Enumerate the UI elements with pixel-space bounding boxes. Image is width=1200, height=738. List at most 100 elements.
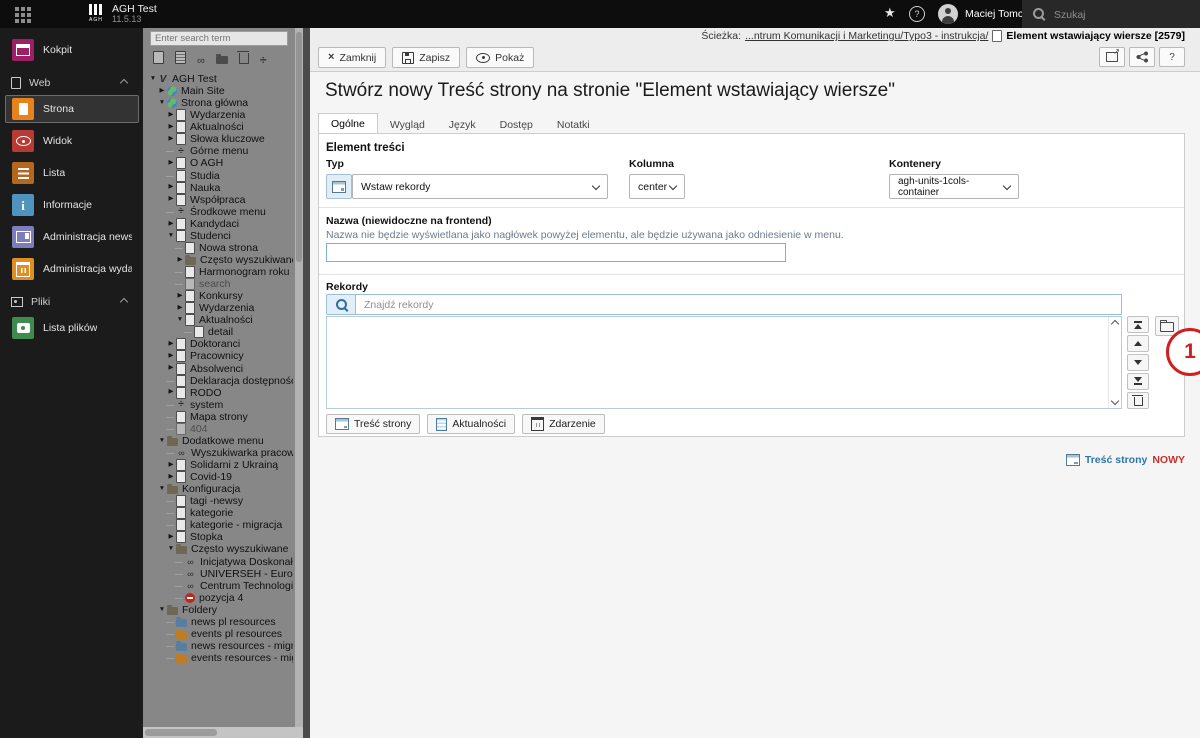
tree-item-górne-menu[interactable]: ÷ Górne menu: [145, 145, 293, 157]
records-listbox[interactable]: [326, 316, 1122, 409]
move-to-top-button[interactable]: [1127, 316, 1149, 333]
tree-vertical-scrollbar[interactable]: [295, 28, 303, 727]
collapse-toggle-icon[interactable]: ▼: [157, 606, 167, 614]
tree-item-events-resources-migrated[interactable]: events resources - migrated: [145, 652, 293, 664]
tree-item-aktualności[interactable]: ▼ Aktualności: [145, 314, 293, 327]
tab-język[interactable]: Język: [437, 115, 488, 134]
expand-toggle-icon[interactable]: ▶: [166, 461, 176, 469]
module-administracja-newsów[interactable]: Administracja newsów: [5, 223, 139, 251]
collapse-toggle-icon[interactable]: ▼: [166, 546, 176, 553]
tree-item-pozycja-4[interactable]: pozycja 4: [145, 592, 293, 604]
tree-item-kandydaci[interactable]: ▶ Kandydaci: [145, 217, 293, 230]
user-avatar[interactable]: [938, 4, 958, 24]
scrollbar-thumb[interactable]: [145, 729, 217, 736]
tree-item-mapa-strony[interactable]: Mapa strony: [145, 410, 293, 423]
add-zdarzenie-button[interactable]: Zdarzenie: [522, 414, 605, 434]
tree-search-input[interactable]: [150, 31, 288, 46]
tree-item-404[interactable]: 404: [145, 422, 293, 435]
tree-item-dodatkowe-menu[interactable]: ▼ Dodatkowe menu: [145, 435, 293, 447]
tree-item-tagi-newsy[interactable]: tagi -newsy: [145, 495, 293, 508]
tree-item-agh-test[interactable]: ▼ V AGH Test: [145, 73, 293, 85]
module-strona[interactable]: Strona: [5, 95, 139, 123]
expand-toggle-icon[interactable]: ▶: [166, 136, 176, 143]
module-lista[interactable]: Lista: [5, 159, 139, 187]
module-informacje[interactable]: i Informacje: [5, 191, 139, 219]
topbar-search[interactable]: [1022, 0, 1200, 28]
expand-toggle-icon[interactable]: ▶: [166, 473, 176, 481]
new-link-button[interactable]: ∞: [197, 51, 205, 69]
move-down-button[interactable]: [1127, 354, 1149, 371]
tree-item-news-pl-resources[interactable]: news pl resources: [145, 616, 293, 628]
tree-item-środkowe-menu[interactable]: ÷ Środkowe menu: [145, 206, 293, 218]
sidebar-section-web[interactable]: Web: [0, 73, 143, 93]
new-content-page-button[interactable]: [175, 50, 186, 69]
tree-item-solidarni-z-ukrainą[interactable]: ▶ Solidarni z Ukrainą: [145, 459, 293, 472]
tree-item-deklaracja-dostępności[interactable]: Deklaracja dostępności: [145, 374, 293, 387]
tree-item-często-wyszukiwane[interactable]: ▶ Często wyszukiwane: [145, 254, 294, 266]
tree-item-absolwenci[interactable]: ▶ Absolwenci: [145, 362, 293, 375]
tree-item-studia[interactable]: Studia: [145, 169, 293, 182]
expand-toggle-icon[interactable]: ▶: [166, 353, 176, 360]
topbar-search-input[interactable]: [1052, 4, 1196, 26]
trash-button[interactable]: [237, 50, 250, 69]
panel-splitter[interactable]: [303, 28, 310, 738]
bookmarks-star-icon[interactable]: ★: [884, 5, 896, 21]
new-page-button[interactable]: [153, 50, 164, 69]
tree-item-strona-główna[interactable]: ▼ Strona główna: [145, 97, 293, 109]
tree-item-news-resources-migrated[interactable]: news resources - migrated: [145, 640, 293, 652]
expand-toggle-icon[interactable]: ▶: [175, 292, 185, 300]
collapse-toggle-icon[interactable]: ▼: [157, 437, 167, 445]
tree-item-pracownicy[interactable]: ▶ Pracownicy: [145, 350, 293, 363]
footer-record-link[interactable]: Treść strony: [1085, 454, 1147, 466]
tree-item-rodo[interactable]: ▶ RODO: [145, 386, 293, 399]
tree-item-universeh-europejski-u[interactable]: ∞ UNIVERSEH - Europejski U: [145, 568, 293, 580]
tree-item-aktualności[interactable]: ▶ Aktualności: [145, 121, 293, 134]
tree-horizontal-scrollbar[interactable]: [143, 727, 303, 738]
zapisz-button[interactable]: Zapisz: [392, 47, 461, 68]
expand-toggle-icon[interactable]: ▶: [166, 196, 176, 203]
module-lista-plików[interactable]: Lista plików: [5, 314, 139, 342]
tree-item-nauka[interactable]: ▶ Nauka: [145, 181, 293, 194]
nazwa-input[interactable]: [326, 243, 786, 262]
expand-toggle-icon[interactable]: ▶: [166, 534, 176, 541]
remove-record-button[interactable]: [1127, 392, 1149, 409]
tab-ogólne[interactable]: Ogólne: [318, 113, 378, 134]
tree-item-events-pl-resources[interactable]: events pl resources: [145, 628, 293, 640]
help-button[interactable]: ?: [1159, 47, 1185, 67]
move-to-bottom-button[interactable]: [1127, 373, 1149, 390]
tree-item-centrum-technologii-kosm[interactable]: ∞ Centrum Technologii Kosm: [145, 580, 293, 592]
modules-grid-icon[interactable]: [15, 7, 19, 11]
tree-item-o-agh[interactable]: ▶ O AGH: [145, 157, 293, 170]
collapse-toggle-icon[interactable]: ▼: [157, 99, 167, 107]
new-folder-button[interactable]: [215, 51, 228, 69]
tree-item-konkursy[interactable]: ▶ Konkursy: [145, 290, 293, 303]
module-widok[interactable]: Widok: [5, 127, 139, 155]
expand-toggle-icon[interactable]: ▶: [166, 341, 176, 348]
kontenery-select[interactable]: agh-units-1cols-container: [889, 174, 1019, 199]
tab-notatki[interactable]: Notatki: [545, 115, 602, 134]
share-button[interactable]: [1129, 47, 1155, 67]
tree-item-covid-19[interactable]: ▶ Covid-19: [145, 471, 293, 484]
tree-item-detail[interactable]: detail: [145, 326, 293, 339]
tree-item-często-wyszukiwane[interactable]: ▼ Często wyszukiwane: [145, 543, 293, 555]
tree-item-kategorie[interactable]: kategorie: [145, 507, 293, 520]
tree-item-nowa-strona[interactable]: Nowa strona: [145, 241, 293, 254]
move-up-button[interactable]: [1127, 335, 1149, 352]
tab-wygląd[interactable]: Wygląd: [378, 115, 437, 134]
tree-item-doktoranci[interactable]: ▶ Doktoranci: [145, 338, 293, 351]
expand-toggle-icon[interactable]: ▶: [166, 124, 176, 131]
breadcrumb-link[interactable]: ...ntrum Komunikacji i Marketingu/Typo3 …: [745, 30, 988, 42]
collapse-toggle-icon[interactable]: ▼: [166, 232, 176, 240]
find-records-button[interactable]: [326, 294, 356, 315]
pokaż-button[interactable]: Pokaż: [466, 47, 535, 68]
tree-item-konfiguracja[interactable]: ▼ Konfiguracja: [145, 483, 293, 495]
expand-toggle-icon[interactable]: ▶: [166, 365, 176, 372]
module-administracja-wydarzeń[interactable]: Administracja wydarzeń: [5, 255, 139, 283]
typ-select[interactable]: Wstaw rekordy: [352, 174, 608, 199]
expand-toggle-icon[interactable]: ▶: [166, 111, 176, 119]
tree-item-współpraca[interactable]: ▶ Współpraca: [145, 193, 293, 206]
collapse-toggle-icon[interactable]: ▼: [157, 485, 167, 493]
zamknij-button[interactable]: × Zamknij: [318, 47, 387, 68]
tree-item-system[interactable]: ÷ system: [145, 399, 293, 411]
tab-dostęp[interactable]: Dostęp: [488, 115, 545, 134]
